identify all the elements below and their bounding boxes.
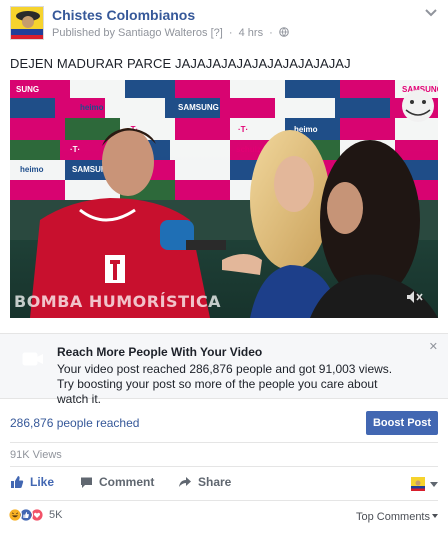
mute-icon[interactable] xyxy=(406,290,424,304)
views-count[interactable]: 91K Views xyxy=(10,449,62,461)
svg-text:heimo: heimo xyxy=(20,165,44,174)
close-icon[interactable]: ✕ xyxy=(429,340,438,353)
chevron-down-icon[interactable] xyxy=(424,8,438,18)
share-arrow-icon xyxy=(179,477,191,487)
boost-post-button[interactable]: Boost Post xyxy=(366,411,438,435)
reach-promo-body: Your video post reached 286,876 people a… xyxy=(57,362,393,406)
like-button[interactable]: Like xyxy=(10,475,54,489)
divider xyxy=(10,442,438,443)
top-comments-label: Top Comments xyxy=(356,511,430,523)
chevron-down-icon xyxy=(432,514,438,518)
post-as-selector[interactable] xyxy=(411,477,438,491)
svg-text:schulz: schulz xyxy=(236,145,261,154)
page-name-link[interactable]: Chistes Colombianos xyxy=(52,7,195,23)
help-marker[interactable]: [?] xyxy=(211,27,223,39)
video-reach-icon xyxy=(22,352,43,366)
post-header: Chistes Colombianos Published by Santiag… xyxy=(0,0,448,46)
thumbs-up-icon xyxy=(11,476,24,488)
post-text: DEJEN MADURAR PARCE JAJAJAJAJAJAJAJAJAJA… xyxy=(10,56,351,71)
reactions-summary[interactable]: 5K xyxy=(8,508,62,522)
divider xyxy=(10,500,438,501)
like-label: Like xyxy=(30,475,55,489)
page-avatar[interactable] xyxy=(10,6,44,40)
svg-text:heimo: heimo xyxy=(80,103,104,112)
comment-button[interactable]: Comment xyxy=(80,475,154,489)
chevron-down-icon xyxy=(430,481,438,487)
share-button[interactable]: Share xyxy=(178,475,231,489)
video-frame: SUNG heimo SAMSUNG ·T· ·T· heimo schulz … xyxy=(10,80,438,318)
comment-label: Comment xyxy=(99,475,155,489)
divider xyxy=(10,466,438,467)
reactions-count: 5K xyxy=(49,509,63,521)
svg-text:SAMSUNG: SAMSUNG xyxy=(178,103,219,112)
reach-promo: Reach More People With Your Video Your v… xyxy=(0,333,448,406)
page-mini-avatar xyxy=(411,477,425,491)
people-reached-link[interactable]: 286,876 people reached xyxy=(10,416,139,430)
globe-icon xyxy=(279,27,289,37)
meta-separator: · xyxy=(269,27,273,39)
published-by-text[interactable]: Published by Santiago Walteros xyxy=(52,27,208,39)
reach-promo-title: Reach More People With Your Video xyxy=(57,345,263,359)
top-comments-dropdown[interactable]: Top Comments xyxy=(356,511,438,523)
svg-text:SUNG: SUNG xyxy=(16,85,39,94)
comment-icon xyxy=(81,477,92,488)
action-bar: Like Comment Share xyxy=(0,470,448,496)
post-meta: Published by Santiago Walteros [?] · 4 h… xyxy=(52,27,289,39)
video-player[interactable]: SUNG heimo SAMSUNG ·T· ·T· heimo schulz … xyxy=(10,80,438,318)
svg-text:·T·: ·T· xyxy=(238,125,248,134)
video-watermark: BOMBA HUMORÍSTICA xyxy=(14,292,222,311)
meta-separator: · xyxy=(228,27,233,39)
haha-reaction-icon xyxy=(8,508,22,522)
share-label: Share xyxy=(198,475,232,489)
svg-text:·T·: ·T· xyxy=(70,145,80,154)
post-time[interactable]: 4 hrs xyxy=(239,27,263,39)
